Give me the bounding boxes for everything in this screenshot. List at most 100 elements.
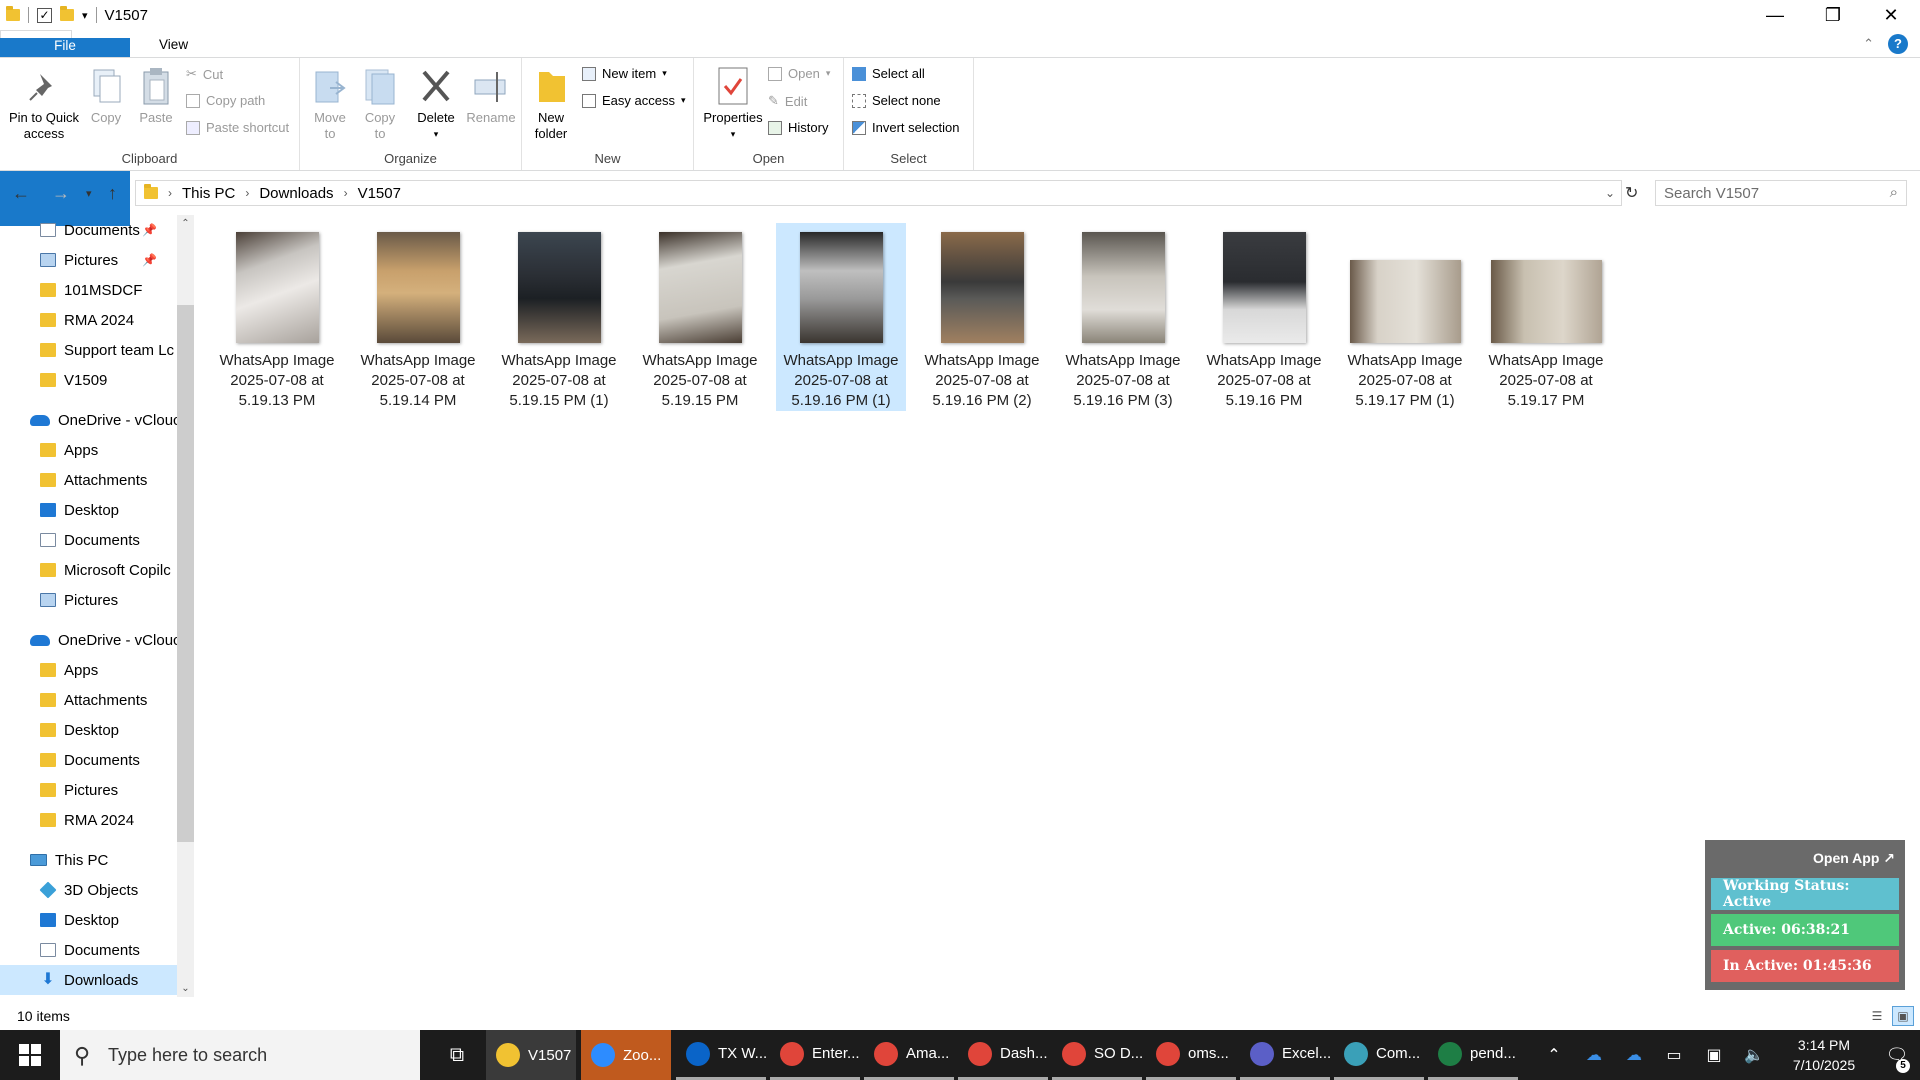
rename-button[interactable]: Rename xyxy=(466,66,516,126)
nav-item[interactable]: OneDrive - vClouc xyxy=(0,405,177,435)
help-icon[interactable]: ? xyxy=(1888,34,1908,54)
file-item[interactable]: WhatsApp Image 2025-07-08 at 5.19.15 PM (1… xyxy=(494,223,624,411)
nav-item[interactable]: Documents xyxy=(0,745,177,775)
file-item[interactable]: WhatsApp Image 2025-07-08 at 5.19.16 PM (2… xyxy=(917,223,1047,411)
file-item[interactable]: WhatsApp Image 2025-07-08 at 5.19.17 PM xyxy=(1481,223,1611,411)
file-item[interactable]: WhatsApp Image 2025-07-08 at 5.19.14 PM xyxy=(353,223,483,411)
collapse-ribbon-chevron-icon[interactable]: ⌃ xyxy=(1863,36,1874,52)
taskbar-app-button[interactable]: V1507 xyxy=(486,1030,576,1080)
move-to-button[interactable]: Move to xyxy=(310,66,350,142)
notifications-icon[interactable]: 🗨 5 xyxy=(1874,1045,1920,1073)
taskbar-app-button[interactable]: TX W... xyxy=(676,1030,767,1080)
properties-check-icon[interactable]: ✓ xyxy=(37,7,52,23)
paste-button[interactable]: Paste xyxy=(136,66,176,126)
file-item[interactable]: WhatsApp Image 2025-07-08 at 5.19.13 PM xyxy=(212,223,342,411)
taskbar-app-button[interactable]: Zoo... xyxy=(581,1030,671,1080)
nav-item[interactable]: Attachments xyxy=(0,465,177,495)
copy-path-button[interactable]: Copy path xyxy=(186,93,265,108)
taskbar-app-button[interactable]: pend... xyxy=(1428,1030,1518,1080)
nav-item[interactable]: RMA 2024 xyxy=(0,305,177,335)
show-hidden-icons-chevron-icon[interactable]: ⌃ xyxy=(1534,1045,1574,1065)
network-icon[interactable]: ▣ xyxy=(1694,1045,1734,1065)
recent-locations-chevron-icon[interactable]: ▾ xyxy=(86,178,92,208)
file-item[interactable]: WhatsApp Image 2025-07-08 at 5.19.16 PM (1… xyxy=(776,223,906,411)
nav-item[interactable]: Pictures xyxy=(0,775,177,805)
nav-item[interactable]: Desktop xyxy=(0,905,177,935)
search-icon[interactable]: ⌕ xyxy=(1890,184,1898,201)
breadcrumb-downloads[interactable]: Downloads xyxy=(259,185,333,202)
address-dropdown-chevron-icon[interactable]: ⌄ xyxy=(1605,186,1615,200)
customize-toolbar-chevron-icon[interactable]: ▾ xyxy=(82,9,88,22)
task-view-icon[interactable]: ⧉ xyxy=(432,1030,482,1080)
easy-access-button[interactable]: Easy access ▾ xyxy=(582,93,686,108)
nav-item[interactable]: Apps xyxy=(0,435,177,465)
chevron-right-icon[interactable]: › xyxy=(245,186,249,200)
taskbar-app-button[interactable]: Excel... xyxy=(1240,1030,1331,1080)
select-none-button[interactable]: Select none xyxy=(852,93,941,108)
refresh-icon[interactable]: ↻ xyxy=(1625,178,1638,208)
delete-dropdown-chevron-icon[interactable]: ▾ xyxy=(434,126,439,142)
nav-item[interactable]: Desktop xyxy=(0,495,177,525)
minimize-button[interactable]: — xyxy=(1746,0,1804,30)
chevron-right-icon[interactable]: › xyxy=(168,186,172,200)
nav-item[interactable]: Pictures 📌 xyxy=(0,245,177,275)
taskbar-search-box[interactable]: ⚲ Type here to search xyxy=(60,1030,420,1080)
taskbar-app-button[interactable]: Enter... xyxy=(770,1030,860,1080)
scroll-up-arrow-icon[interactable]: ⌃ xyxy=(177,215,194,232)
nav-item[interactable]: Documents 📌 xyxy=(0,215,177,245)
nav-item[interactable]: Documents xyxy=(0,525,177,555)
nav-item[interactable]: 101MSDCF xyxy=(0,275,177,305)
nav-item[interactable]: V1509 xyxy=(0,365,177,395)
restore-button[interactable]: ❐ xyxy=(1804,0,1862,30)
file-item[interactable]: WhatsApp Image 2025-07-08 at 5.19.16 PM (3… xyxy=(1058,223,1188,411)
start-button[interactable] xyxy=(0,1030,60,1080)
properties-dropdown-chevron-icon[interactable]: ▾ xyxy=(731,126,736,142)
nav-item[interactable]: Support team Lc xyxy=(0,335,177,365)
nav-item[interactable]: Desktop xyxy=(0,715,177,745)
nav-item[interactable]: 3D Objects xyxy=(0,875,177,905)
nav-item[interactable]: Attachments xyxy=(0,685,177,715)
open-app-button[interactable]: Open App ↗ xyxy=(1709,844,1901,878)
delete-button[interactable]: Delete ▾ xyxy=(414,66,458,142)
nav-item[interactable]: RMA 2024 xyxy=(0,805,177,835)
taskbar-app-button[interactable]: oms... xyxy=(1146,1030,1236,1080)
tab-view[interactable]: View xyxy=(142,30,205,58)
scroll-down-arrow-icon[interactable]: ⌄ xyxy=(177,980,194,997)
cut-button[interactable]: ✂ Cut xyxy=(186,66,223,82)
file-item[interactable]: WhatsApp Image 2025-07-08 at 5.19.15 PM xyxy=(635,223,765,411)
back-arrow-icon[interactable]: ← xyxy=(12,178,30,208)
copy-to-button[interactable]: Copy to xyxy=(360,66,400,142)
new-folder-icon[interactable] xyxy=(60,6,74,21)
search-input[interactable]: Search V1507 ⌕ xyxy=(1655,180,1907,206)
clock[interactable]: 3:14 PM 7/10/2025 xyxy=(1774,1035,1874,1075)
nav-item[interactable]: ⬇ Downloads xyxy=(0,965,177,995)
taskbar-app-button[interactable]: Com... xyxy=(1334,1030,1424,1080)
open-button[interactable]: Open ▾ xyxy=(768,66,830,81)
select-all-button[interactable]: Select all xyxy=(852,66,925,81)
breadcrumb-v1507[interactable]: V1507 xyxy=(358,185,401,202)
nav-item[interactable]: Pictures xyxy=(0,585,177,615)
edit-button[interactable]: ✎ Edit xyxy=(768,93,807,109)
forward-arrow-icon[interactable]: → xyxy=(52,178,70,208)
pin-to-quick-access-button[interactable]: Pin to Quick access xyxy=(6,66,82,142)
taskbar-app-button[interactable]: SO D... xyxy=(1052,1030,1143,1080)
copy-button[interactable]: Copy xyxy=(86,66,126,126)
onedrive-cloud-icon[interactable]: ☁ xyxy=(1574,1045,1614,1065)
history-button[interactable]: History xyxy=(768,120,828,135)
breadcrumb[interactable]: › This PC › Downloads › V1507 ⌄ xyxy=(135,180,1622,206)
close-button[interactable]: ✕ xyxy=(1862,0,1920,30)
properties-button[interactable]: Properties ▾ xyxy=(698,66,768,142)
breadcrumb-this-pc[interactable]: This PC xyxy=(182,185,235,202)
nav-scrollbar-thumb[interactable] xyxy=(177,305,194,842)
onedrive-cloud-icon[interactable]: ☁ xyxy=(1614,1045,1654,1065)
file-item[interactable]: WhatsApp Image 2025-07-08 at 5.19.17 PM (1… xyxy=(1340,223,1470,411)
up-arrow-icon[interactable]: ↑ xyxy=(108,178,117,208)
nav-item[interactable]: Documents xyxy=(0,935,177,965)
paste-shortcut-button[interactable]: Paste shortcut xyxy=(186,120,289,135)
new-folder-button[interactable]: New folder xyxy=(528,66,574,142)
nav-item[interactable]: Microsoft Copilc xyxy=(0,555,177,585)
taskbar-app-button[interactable]: Dash... xyxy=(958,1030,1048,1080)
file-item[interactable]: WhatsApp Image 2025-07-08 at 5.19.16 PM xyxy=(1199,223,1329,411)
nav-item[interactable]: OneDrive - vClouc xyxy=(0,625,177,655)
taskbar-app-button[interactable]: Ama... xyxy=(864,1030,954,1080)
